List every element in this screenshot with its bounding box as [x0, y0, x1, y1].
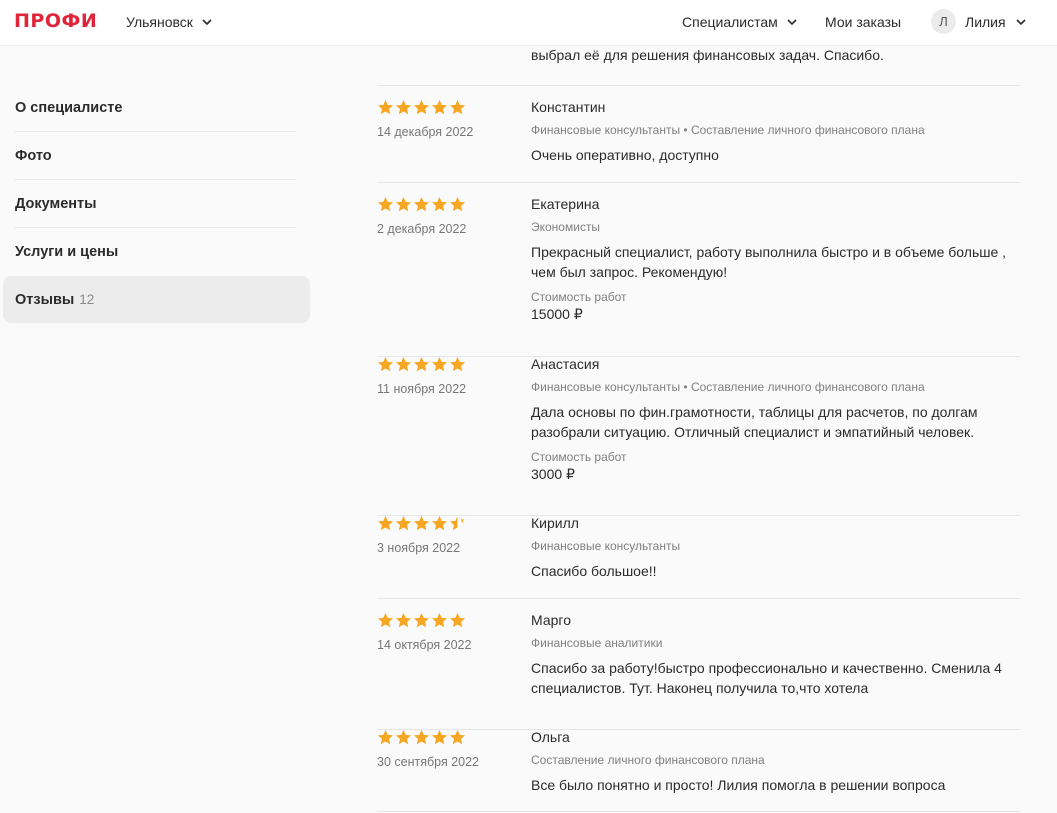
star-full-icon	[432, 516, 447, 531]
star-full-icon	[432, 613, 447, 628]
star-full-icon	[450, 197, 465, 212]
divider	[377, 356, 1020, 357]
star-full-icon	[396, 357, 411, 372]
sidebar-item-label: Документы	[15, 195, 97, 212]
reviewer-name: Кирилл	[531, 515, 579, 531]
star-full-icon	[414, 613, 429, 628]
review-date: 14 декабря 2022	[377, 125, 474, 139]
profi-logo[interactable]: ПРОФИ	[14, 10, 97, 32]
reviews-count: 12	[79, 292, 95, 307]
review-text: Дала основы по фин.грамотности, таблицы …	[531, 404, 978, 440]
star-full-icon	[396, 100, 411, 115]
cost-label: Стоимость работ	[531, 290, 627, 304]
divider	[377, 182, 1020, 183]
star-full-icon	[378, 197, 393, 212]
star-full-icon	[396, 613, 411, 628]
sidebar-item-services-prices[interactable]: Услуги и цены	[15, 228, 296, 276]
sidebar-item-reviews[interactable]: Отзывы 12	[3, 276, 310, 323]
star-full-icon	[378, 730, 393, 745]
sidebar-item-about[interactable]: О специалисте	[15, 84, 296, 132]
rating-stars	[377, 515, 466, 532]
review-date: 14 октября 2022	[377, 638, 472, 652]
star-full-icon	[414, 516, 429, 531]
cost-value: 3000 ₽	[531, 466, 575, 482]
cost-label: Стоимость работ	[531, 450, 627, 464]
reviewer-name: Ольга	[531, 729, 570, 745]
star-full-icon	[414, 197, 429, 212]
sidebar-item-label: Услуги и цены	[15, 244, 119, 260]
review-date: 3 ноября 2022	[377, 541, 461, 555]
star-full-icon	[396, 730, 411, 745]
review-text: Спасибо за работу!быстро профессионально…	[531, 660, 1002, 696]
sidebar-item-label: О специалисте	[15, 99, 123, 116]
star-full-icon	[396, 516, 411, 531]
reviewer-name: Константин	[531, 99, 606, 115]
review-category: Финансовые консультанты • Составление ли…	[531, 123, 925, 137]
review-date: 11 ноября 2022	[377, 382, 467, 396]
divider	[377, 515, 1020, 516]
my-orders-link[interactable]: Мои заказы	[825, 14, 901, 30]
star-full-icon	[378, 613, 393, 628]
star-full-icon	[378, 516, 393, 531]
reviewer-name: Марго	[531, 612, 571, 628]
previous-review-text: выбрал её для решения финансовых задач. …	[531, 47, 884, 63]
sidebar-item-label: Отзывы	[15, 291, 75, 308]
star-full-icon	[432, 100, 447, 115]
review-date: 30 сентября 2022	[377, 755, 479, 769]
sidebar-item-photo[interactable]: Фото	[15, 132, 296, 180]
review-category: Составление личного финансового плана	[531, 753, 765, 767]
divider	[377, 729, 1020, 730]
divider	[377, 811, 1020, 812]
divider	[377, 85, 1020, 86]
star-full-icon	[432, 730, 447, 745]
sidebar-item-documents[interactable]: Документы	[15, 180, 296, 228]
rating-stars	[377, 196, 466, 213]
star-full-icon	[432, 357, 447, 372]
chevron-down-icon	[786, 16, 798, 28]
star-full-icon	[396, 197, 411, 212]
rating-stars	[377, 612, 466, 629]
user-menu[interactable]: Л Лилия	[931, 9, 1027, 34]
city-label: Ульяновск	[126, 14, 193, 30]
star-full-icon	[450, 357, 465, 372]
review-category: Финансовые консультанты • Составление ли…	[531, 380, 925, 394]
user-name: Лилия	[965, 13, 1006, 30]
avatar: Л	[931, 9, 956, 34]
city-selector[interactable]: Ульяновск	[126, 14, 213, 30]
review-text: Прекрасный специалист, работу выполнила …	[531, 244, 1007, 280]
review-date: 2 декабря 2022	[377, 222, 467, 236]
star-full-icon	[432, 197, 447, 212]
review-category: Экономисты	[531, 220, 601, 234]
cost-value: 15000 ₽	[531, 306, 583, 322]
reviewer-name: Анастасия	[531, 356, 600, 372]
sidebar-item-label: Фото	[15, 147, 52, 164]
profile-sidebar-nav: О специалисте Фото Документы Услуги и це…	[0, 84, 312, 323]
review-category: Финансовые аналитики	[531, 636, 663, 650]
specialists-menu[interactable]: Специалистам	[682, 14, 798, 30]
star-full-icon	[414, 730, 429, 745]
divider	[377, 598, 1020, 599]
rating-stars	[377, 729, 466, 746]
review-category: Финансовые консультанты	[531, 539, 681, 553]
star-full-icon	[414, 357, 429, 372]
star-full-icon	[450, 100, 465, 115]
star-full-icon	[450, 730, 465, 745]
chevron-down-icon	[1015, 16, 1027, 28]
chevron-down-icon	[201, 16, 213, 28]
star-full-icon	[414, 100, 429, 115]
star-full-icon	[450, 613, 465, 628]
review-text: Все было понятно и просто! Лилия помогла…	[531, 777, 946, 793]
star-full-icon	[378, 100, 393, 115]
rating-stars	[377, 99, 466, 116]
star-half-icon	[450, 516, 465, 531]
review-text: Очень оперативно, доступно	[531, 147, 719, 163]
reviewer-name: Екатерина	[531, 196, 600, 212]
star-full-icon	[378, 357, 393, 372]
rating-stars	[377, 356, 466, 373]
top-header: ПРОФИ Ульяновск Специалистам Мои заказы …	[0, 0, 1057, 46]
specialists-label: Специалистам	[682, 14, 778, 30]
review-text: Спасибо большое!!	[531, 563, 657, 579]
